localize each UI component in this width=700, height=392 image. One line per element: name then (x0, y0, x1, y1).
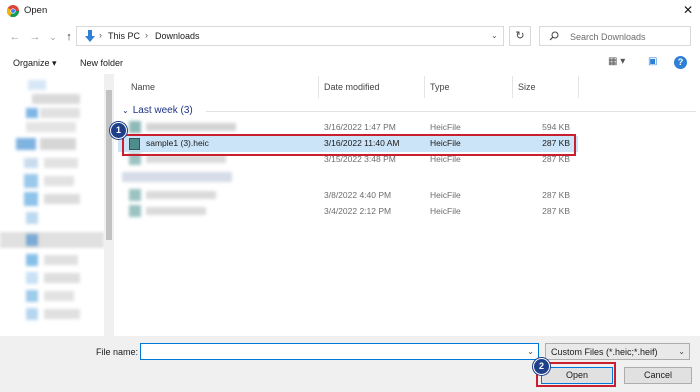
file-row[interactable]: 3/4/2022 2:12 PM HeicFile 287 KB (118, 204, 578, 220)
file-name-input[interactable]: ⌄ (140, 343, 539, 360)
title-bar: Open ✕ (0, 0, 700, 22)
annotation-highlight-file (122, 134, 576, 156)
column-header-name[interactable]: Name (131, 82, 155, 92)
file-row[interactable]: 3/8/2022 4:40 PM HeicFile 287 KB (118, 188, 578, 204)
file-size: 287 KB (542, 190, 570, 200)
file-size: 287 KB (542, 206, 570, 216)
nav-scrollbar-thumb[interactable] (106, 90, 112, 240)
search-icon (549, 31, 559, 41)
file-list[interactable]: Name Date modified Type Size ⌄ Last week … (118, 74, 700, 336)
refresh-button[interactable]: ↻ (509, 26, 531, 46)
file-type: HeicFile (430, 122, 461, 132)
column-header-type[interactable]: Type (430, 82, 450, 92)
chrome-icon (7, 5, 19, 17)
organize-menu[interactable]: Organize ▾ (13, 58, 57, 69)
column-divider[interactable] (424, 76, 425, 98)
download-folder-icon (85, 30, 95, 42)
view-options-icon[interactable]: ▦ ▾ (608, 56, 625, 67)
breadcrumb-this-pc[interactable]: This PC (108, 31, 140, 41)
column-divider[interactable] (318, 76, 319, 98)
address-dropdown-icon[interactable]: ⌄ (491, 31, 498, 40)
breadcrumb-separator: › (145, 30, 148, 40)
file-date: 3/8/2022 4:40 PM (324, 190, 392, 200)
file-size: 594 KB (542, 122, 570, 132)
breadcrumb-separator: › (99, 30, 102, 40)
up-folder-icon[interactable]: ↑ (62, 30, 76, 44)
back-icon[interactable]: ← (8, 30, 22, 44)
help-icon[interactable]: ? (674, 56, 687, 69)
file-name-dropdown-icon[interactable]: ⌄ (527, 347, 534, 356)
file-type: HeicFile (430, 190, 461, 200)
file-name-label: File name: (96, 347, 139, 357)
file-date: 3/16/2022 1:47 PM (324, 122, 396, 132)
preview-pane-icon[interactable]: ▣ (648, 56, 657, 67)
window-title: Open (24, 5, 48, 16)
cancel-button[interactable]: Cancel (624, 367, 692, 384)
new-folder-button[interactable]: New folder (80, 58, 123, 68)
file-type: HeicFile (430, 206, 461, 216)
search-box[interactable]: Search Downloads (539, 26, 691, 46)
file-type-filter-value: Custom Files (*.heic;*.heif) (551, 347, 658, 357)
address-bar[interactable]: › This PC › Downloads ⌄ (76, 26, 504, 46)
recent-locations-icon[interactable]: ⌄ (46, 30, 60, 44)
step-1-badge: 1 (110, 122, 127, 139)
column-divider[interactable] (512, 76, 513, 98)
close-icon[interactable]: ✕ (681, 3, 695, 17)
step-2-badge: 2 (533, 358, 550, 375)
search-placeholder: Search Downloads (570, 32, 646, 42)
forward-icon[interactable]: → (28, 30, 42, 44)
refresh-icon: ↻ (515, 30, 525, 42)
file-date: 3/4/2022 2:12 PM (324, 206, 392, 216)
breadcrumb-downloads[interactable]: Downloads (155, 31, 200, 41)
group-divider (206, 111, 696, 112)
column-header-date[interactable]: Date modified (324, 82, 380, 92)
file-type-filter[interactable]: Custom Files (*.heic;*.heif) ⌄ (545, 343, 690, 360)
filter-dropdown-icon: ⌄ (678, 347, 685, 356)
group-header-last-week[interactable]: ⌄ Last week (3) (122, 105, 193, 116)
column-divider[interactable] (578, 76, 579, 98)
command-bar: Organize ▾ New folder ▦ ▾ ▣ ? (0, 54, 700, 74)
group-label: Last week (3) (132, 105, 193, 116)
column-header-size[interactable]: Size (518, 82, 536, 92)
nav-scrollbar[interactable] (104, 74, 114, 336)
navigation-pane[interactable] (0, 74, 104, 336)
collapse-arrow-icon: ⌄ (122, 106, 129, 115)
